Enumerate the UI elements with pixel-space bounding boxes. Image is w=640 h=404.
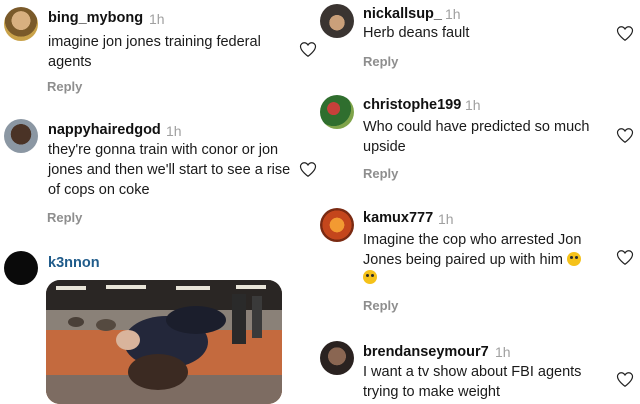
comment-time: 1h — [465, 97, 481, 113]
comment-username[interactable]: kamux777 — [363, 210, 433, 226]
comment-time: 1h — [445, 6, 461, 22]
heart-outline-icon[interactable] — [616, 25, 634, 42]
comment-text: imagine jon jones training federal agent… — [48, 34, 261, 70]
comment-item: brendanseymour7 1h I want a tv show abou… — [320, 336, 640, 404]
comment-username[interactable]: christophe199 — [363, 97, 461, 113]
avatar[interactable] — [4, 7, 38, 41]
heart-outline-icon[interactable] — [616, 127, 634, 144]
comment-text: Herb deans fault — [363, 25, 470, 41]
comments-column-right: nickallsup_ 1h Herb deans fault Reply ch… — [320, 0, 640, 404]
comment-item: christophe199 1h Who could have predicte… — [320, 90, 640, 200]
comment-image[interactable] — [46, 280, 282, 404]
reply-button[interactable]: Reply — [47, 79, 82, 94]
gym-photo — [46, 280, 282, 404]
comment-text-line-content: Jones being paired up with him — [363, 252, 563, 268]
avatar[interactable] — [320, 208, 354, 242]
heart-outline-icon[interactable] — [299, 41, 317, 58]
comment-text: Who could have predicted so much upside — [363, 119, 590, 155]
comment-item: nappyhairedgod 1h they're gonna train wi… — [0, 100, 320, 240]
comment-item: nickallsup_ 1h Herb deans fault Reply — [320, 0, 640, 80]
comment-text-line: Jones being paired up with him — [363, 250, 623, 270]
avatar[interactable] — [4, 119, 38, 153]
comments-column-left: bing_mybong 1h imagine jon jones trainin… — [0, 0, 320, 404]
heart-outline-icon[interactable] — [616, 371, 634, 388]
reply-button[interactable]: Reply — [363, 298, 398, 313]
reply-button[interactable]: Reply — [47, 210, 82, 225]
comment-text: I want a tv show about FBI agents trying… — [363, 364, 582, 400]
comment-time: 1h — [166, 123, 182, 139]
comment-username[interactable]: nappyhairedgod — [48, 122, 161, 138]
avatar[interactable] — [4, 251, 38, 285]
comment-username[interactable]: brendanseymour7 — [363, 344, 489, 360]
avatar[interactable] — [320, 341, 354, 375]
reply-button[interactable]: Reply — [363, 166, 398, 181]
comment-username[interactable]: nickallsup_ — [363, 6, 442, 22]
comment-time: 1h — [438, 211, 454, 227]
comment-text: they're gonna train with conor or jon jo… — [48, 142, 291, 198]
crying-face-emoji-icon — [566, 252, 581, 266]
comment-time: 1h — [495, 344, 511, 360]
comment-username[interactable]: bing_mybong — [48, 10, 143, 26]
comment-time: 1h — [149, 11, 165, 27]
comment-item: kamux777 1h Imagine the cop who arrested… — [320, 200, 640, 330]
comment-username[interactable]: k3nnon — [48, 255, 100, 271]
comment-item: bing_mybong 1h imagine jon jones trainin… — [0, 0, 320, 100]
avatar[interactable] — [320, 4, 354, 38]
crying-face-emoji-icon — [363, 270, 377, 284]
comment-text-line: Imagine the cop who arrested Jon — [363, 232, 582, 248]
avatar[interactable] — [320, 95, 354, 129]
reply-button[interactable]: Reply — [363, 54, 398, 69]
heart-outline-icon[interactable] — [616, 249, 634, 266]
emoji-line — [363, 269, 377, 287]
heart-outline-icon[interactable] — [299, 161, 317, 178]
